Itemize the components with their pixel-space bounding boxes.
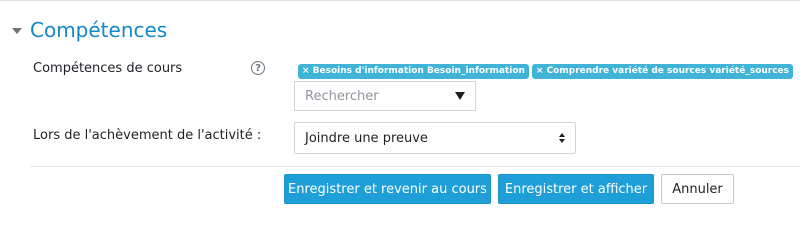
selected-competencies: × Besoins d'information Besoin_informati… [298,64,794,79]
form-divider [30,166,800,167]
competency-tag[interactable]: × Besoins d'information Besoin_informati… [298,64,529,79]
completion-selected-value: Joindre une preuve [305,130,428,146]
competency-tag[interactable]: × Comprendre variété de sources variété_… [531,64,794,79]
competency-search-select[interactable]: Rechercher [294,81,476,111]
competencies-label: Compétences de cours [33,61,183,76]
dropdown-arrow-icon[interactable] [455,92,465,100]
select-updown-icon [559,133,565,143]
search-placeholder: Rechercher [305,88,379,104]
save-and-display-button[interactable]: Enregistrer et afficher [498,174,654,204]
section-header-competences[interactable]: Compétences [12,17,167,43]
caret-down-icon[interactable] [12,28,22,34]
completion-label: Lors de l'achèvement de l'activité : [33,128,262,143]
completion-action-select[interactable]: Joindre une preuve [294,122,576,154]
question-circle-icon[interactable]: ? [251,61,265,75]
section-title[interactable]: Compétences [30,17,167,43]
top-divider [0,0,800,1]
save-and-return-button[interactable]: Enregistrer et revenir au cours [284,174,491,204]
cancel-button[interactable]: Annuler [661,174,734,204]
